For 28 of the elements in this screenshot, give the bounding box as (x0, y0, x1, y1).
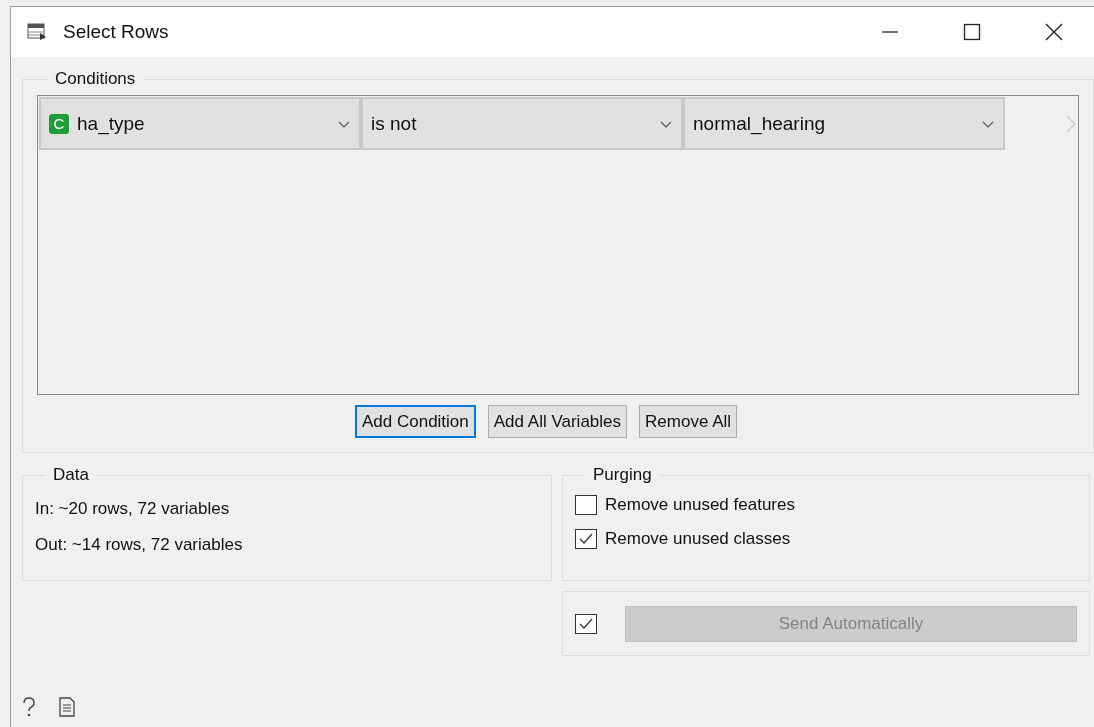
checkbox[interactable] (575, 495, 597, 515)
value-dropdown[interactable]: normal_hearing (683, 97, 1005, 150)
close-icon (1045, 23, 1063, 41)
group-title: Data (52, 465, 90, 485)
checkbox-label[interactable]: Remove unused classes (605, 529, 791, 549)
dropdown-value: is not (371, 112, 418, 135)
window-title: Select Rows (63, 21, 169, 43)
checkbox[interactable] (575, 529, 597, 549)
check-icon (578, 532, 594, 546)
operator-dropdown[interactable]: is not (361, 97, 683, 150)
data-summary: Out: ~14 rows, 72 variables (35, 535, 244, 555)
dropdown-value: ha_type (77, 112, 146, 135)
action-button[interactable]: Remove All (639, 405, 738, 438)
window-icon (27, 23, 47, 41)
group-title: Purging (592, 465, 653, 485)
help-icon[interactable] (21, 697, 37, 717)
dropdown-value: normal_hearing (693, 112, 827, 135)
variable-dropdown[interactable]: C ha_type (39, 97, 361, 150)
group-title: Conditions (54, 69, 137, 89)
action-button[interactable]: Add Condition (354, 405, 476, 438)
data-summary: In: ~20 rows, 72 variables (35, 499, 231, 519)
maximize-icon (963, 23, 981, 41)
categorical-badge: C (49, 113, 69, 134)
document-icon[interactable] (59, 697, 75, 717)
checkbox-label[interactable]: Remove unused features (605, 495, 795, 515)
minimize-icon (881, 31, 899, 33)
check-icon (578, 616, 594, 631)
action-button[interactable]: Add All Variables (487, 405, 628, 438)
